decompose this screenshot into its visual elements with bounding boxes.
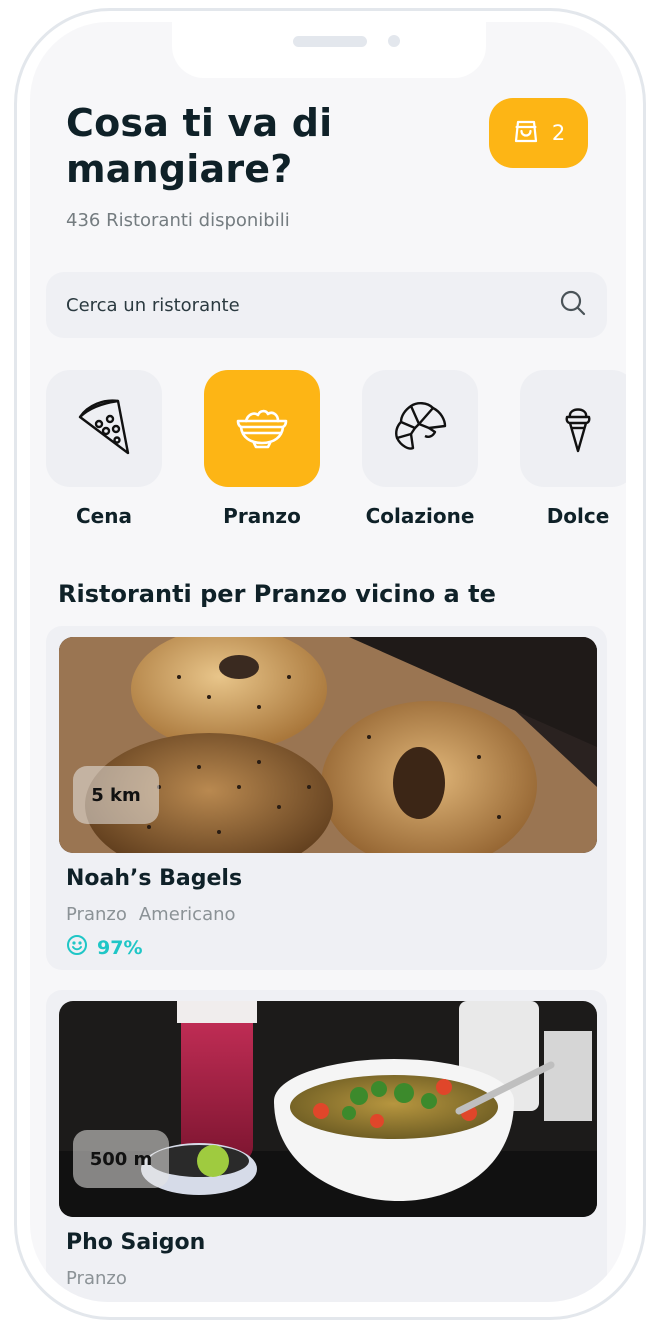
page-title: Cosa ti va di mangiare? (66, 101, 333, 191)
restaurant-tags: Pranzo Americano (66, 904, 236, 925)
search-bar[interactable] (46, 272, 607, 338)
speaker-grille (293, 36, 367, 47)
bowl-icon (232, 397, 292, 461)
category-colazione[interactable]: Colazione (362, 370, 502, 545)
rating: 97% (66, 934, 142, 961)
restaurant-name[interactable]: Noah’s Bagels (66, 866, 242, 891)
rating-value: 97% (97, 936, 143, 959)
category-label: Dolce (546, 504, 610, 528)
category-label: Colazione (365, 504, 475, 528)
phone-notch (172, 22, 486, 78)
distance-badge: 500 m (73, 1130, 169, 1188)
pizza-slice-icon (74, 397, 134, 461)
section-heading: Ristoranti per Pranzo vicino a te (58, 580, 496, 608)
shopping-bag-icon (512, 117, 540, 149)
search-input[interactable] (66, 294, 559, 316)
search-icon[interactable] (559, 289, 587, 321)
category-tile[interactable] (204, 370, 320, 487)
restaurant-name[interactable]: Pho Saigon (66, 1230, 205, 1255)
category-tile[interactable] (520, 370, 626, 487)
tag: Pranzo (66, 1268, 127, 1289)
restaurant-card[interactable]: 500 m Pho Saigon Pranzo (46, 990, 607, 1302)
category-pranzo[interactable]: Pranzo (204, 370, 344, 545)
tag: Pranzo (66, 904, 127, 925)
ice-cream-icon (548, 397, 608, 461)
category-cena[interactable]: Cena (46, 370, 186, 545)
cart-button[interactable]: 2 (489, 98, 588, 168)
cart-count-badge: 2 (551, 121, 566, 145)
category-tile[interactable] (46, 370, 162, 487)
category-tile[interactable] (362, 370, 478, 487)
restaurant-count: 436 Ristoranti disponibili (66, 210, 290, 231)
restaurant-card[interactable]: 5 km Noah’s Bagels Pranzo Americano 97% (46, 626, 607, 970)
distance-badge: 5 km (73, 766, 159, 824)
app-screen: Cosa ti va di mangiare? 436 Ristoranti d… (30, 22, 626, 1302)
tag: Americano (138, 904, 236, 925)
smiley-icon (66, 934, 88, 961)
category-label: Pranzo (223, 504, 301, 528)
croissant-icon (389, 396, 451, 462)
category-dolce[interactable]: Dolce (520, 370, 626, 545)
front-camera (388, 35, 400, 47)
restaurant-tags: Pranzo (66, 1268, 127, 1289)
category-label: Cena (76, 504, 132, 528)
